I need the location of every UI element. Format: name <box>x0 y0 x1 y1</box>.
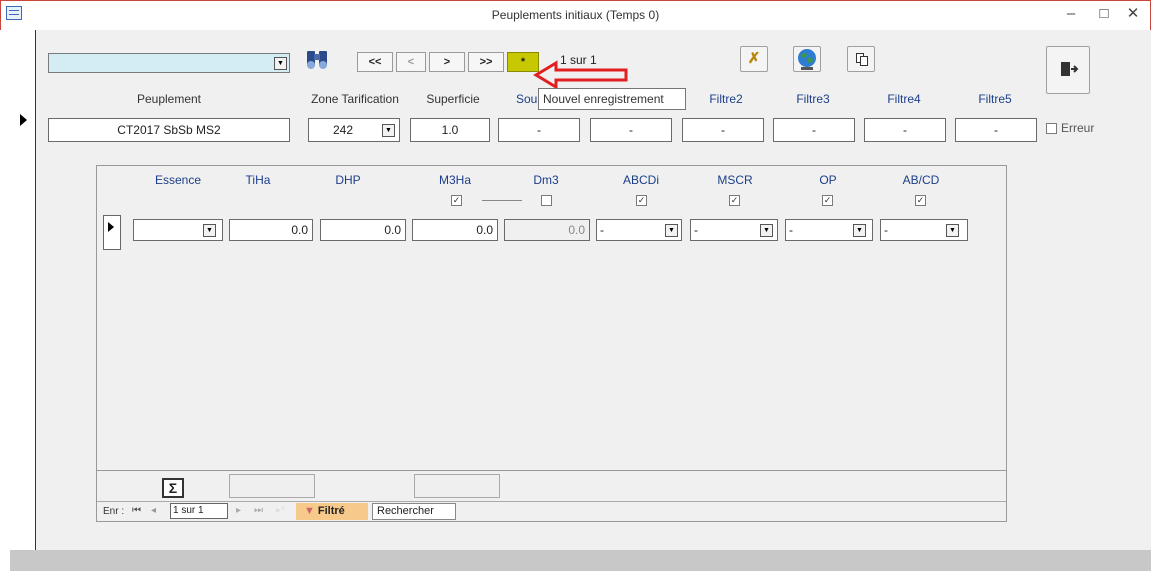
col-tiha: TiHa <box>245 173 271 187</box>
filtre1-field[interactable]: - <box>590 118 672 142</box>
erreur-label: Erreur <box>1061 121 1095 135</box>
status-area <box>10 550 1151 571</box>
sum-icon[interactable]: Σ <box>162 478 184 498</box>
search-box[interactable]: Rechercher <box>372 503 456 520</box>
col-m3ha: M3Ha <box>438 173 471 187</box>
label-peuplement: Peuplement <box>136 92 202 106</box>
tiha-sum-field <box>229 474 315 498</box>
row-pointer-icon <box>108 222 114 232</box>
chevron-down-icon[interactable]: ▼ <box>946 224 959 237</box>
col-dhp: DHP <box>335 173 361 187</box>
record-selector-bar <box>10 30 36 550</box>
label-superficie: Superficie <box>426 92 480 106</box>
window-title: Peuplements initiaux (Temps 0) <box>491 8 660 22</box>
filtered-label: Filtré <box>317 505 345 517</box>
dm3-checkbox[interactable] <box>541 195 552 206</box>
filtre4-field[interactable]: - <box>864 118 946 142</box>
tiha-field[interactable]: 0.0 <box>229 219 313 241</box>
chevron-down-icon[interactable]: ▼ <box>760 224 773 237</box>
maximize-button[interactable]: □ <box>1093 5 1115 23</box>
record-position-input[interactable]: 1 sur 1 <box>170 503 228 519</box>
record-pointer-icon[interactable] <box>20 114 27 126</box>
m3ha-checkbox[interactable]: ✓ <box>451 195 462 206</box>
nav-first-icon[interactable]: ⏮ <box>132 505 141 516</box>
filtre2-field[interactable]: - <box>682 118 764 142</box>
superficie-field[interactable]: 1.0 <box>410 118 490 142</box>
nav-last-button[interactable]: >> <box>468 52 504 72</box>
funnel-icon: ▼ <box>304 505 315 517</box>
close-button[interactable]: ✕ <box>1122 5 1144 23</box>
dhp-field[interactable]: 0.0 <box>320 219 406 241</box>
abcd-checkbox[interactable]: ✓ <box>915 195 926 206</box>
col-mscr: MSCR <box>717 173 753 187</box>
chevron-down-icon[interactable]: ▼ <box>274 57 287 70</box>
nav-prev-button[interactable]: < <box>396 52 426 72</box>
erreur-checkbox[interactable] <box>1046 123 1057 134</box>
row-selector[interactable] <box>103 215 121 250</box>
copy-icon <box>848 47 874 71</box>
dm3-field: 0.0 <box>504 219 590 241</box>
delete-record-button[interactable]: ✗ <box>740 46 768 72</box>
tooltip: Nouvel enregistrement <box>538 88 686 110</box>
col-abcd: AB/CD <box>902 173 940 187</box>
delete-icon: ✗ <box>747 50 761 67</box>
globe-button[interactable] <box>793 46 821 72</box>
exit-button[interactable] <box>1046 46 1090 94</box>
m3ha-field[interactable]: 0.0 <box>412 219 498 241</box>
col-essence: Essence <box>154 173 202 187</box>
chevron-down-icon[interactable]: ▼ <box>203 224 216 237</box>
chevron-down-icon[interactable]: ▼ <box>665 224 678 237</box>
minimize-button[interactable]: – <box>1060 5 1082 23</box>
peuplement-field[interactable]: CT2017 SbSb MS2 <box>48 118 290 142</box>
mscr-checkbox[interactable]: ✓ <box>729 195 740 206</box>
globe-icon <box>798 49 816 70</box>
search-combo[interactable] <box>48 53 290 73</box>
label-zone-tarification: Zone Tarification <box>311 92 399 106</box>
label-filtre4: Filtre4 <box>887 92 921 106</box>
col-dm3: Dm3 <box>533 173 559 187</box>
label-sous: Sou <box>516 92 538 106</box>
nav-new-record-icon[interactable]: ▸* <box>276 505 285 516</box>
label-filtre3: Filtre3 <box>796 92 830 106</box>
access-form-window: Peuplements initiaux (Temps 0) – □ ✕ ▼ <… <box>0 0 1151 571</box>
enr-label: Enr : <box>103 506 125 517</box>
nav-next-button[interactable]: > <box>429 52 465 72</box>
filtre5-field[interactable]: - <box>955 118 1037 142</box>
filter-toggle[interactable]: ▼ Filtré <box>296 503 368 520</box>
divider-line <box>482 200 522 201</box>
filtre3-field[interactable]: - <box>773 118 855 142</box>
nav-prev-icon[interactable]: ◂ <box>151 505 156 516</box>
col-abcdi: ABCDi <box>622 173 659 187</box>
subform-body <box>97 166 1006 472</box>
m3ha-sum-field <box>414 474 500 498</box>
red-arrow-annotation <box>533 60 628 90</box>
binoculars-icon[interactable] <box>305 48 329 72</box>
nav-last-icon[interactable]: ⏭ <box>254 505 263 516</box>
abcdi-checkbox[interactable]: ✓ <box>636 195 647 206</box>
label-filtre2: Filtre2 <box>709 92 743 106</box>
exit-door-icon <box>1061 62 1079 76</box>
copy-button[interactable] <box>847 46 875 72</box>
sous-field[interactable]: - <box>498 118 580 142</box>
chevron-down-icon[interactable]: ▼ <box>382 124 395 137</box>
nav-next-icon[interactable]: ▸ <box>236 505 241 516</box>
record-nav-bar <box>97 501 1006 521</box>
nav-first-button[interactable]: << <box>357 52 393 72</box>
chevron-down-icon[interactable]: ▼ <box>853 224 866 237</box>
label-filtre5: Filtre5 <box>978 92 1012 106</box>
op-checkbox[interactable]: ✓ <box>822 195 833 206</box>
col-op: OP <box>819 173 837 187</box>
